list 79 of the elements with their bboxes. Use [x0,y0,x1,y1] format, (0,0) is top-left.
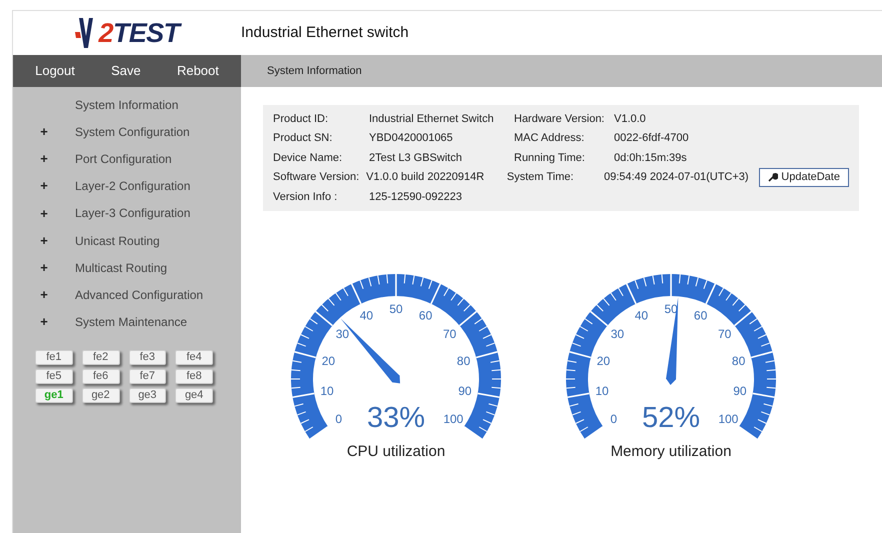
port-button[interactable]: fe8 [175,368,213,384]
port-button[interactable]: fe7 [128,368,166,384]
gauge-tick-label: 40 [634,308,648,322]
gauge-tick-label: 80 [732,353,746,368]
gauge-tick-label: 30 [610,326,624,340]
info-label: Hardware Version: [514,112,606,126]
app-title: Industrial Ethernet switch [241,22,409,43]
info-value: 125-12590-092223 [369,190,463,204]
menu-button[interactable]: Logout [35,61,75,81]
menu-button[interactable]: Reboot [176,61,219,81]
gauge-tick-label: 60 [418,308,432,322]
info-value: YBD0420001065 [369,131,454,146]
sidebar-item[interactable]: Port Configuration [75,150,172,168]
breadcrumb: System Information [267,64,362,79]
expand-icon[interactable]: + [40,176,48,196]
sidebar-item[interactable]: System Information [75,96,178,114]
gauge-tick-label: 80 [456,353,470,368]
gauge-tick-label: 40 [360,308,374,322]
info-value: 09:54:49 2024-07-01(UTC+3) [604,170,750,185]
info-value: Industrial Ethernet Switch [369,112,495,126]
info-label: Running Time: [514,150,586,166]
gauge-tick-label: 100 [718,412,738,426]
port-button[interactable]: fe2 [82,350,120,365]
info-value: 0d:0h:15m:39s [614,150,688,166]
sidebar-item[interactable]: Unicast Routing [75,232,160,250]
port-button[interactable]: ge4 [175,388,213,403]
gauge-tick-label: 90 [733,384,747,398]
gauge-tick-label: 90 [458,384,472,398]
gauge-title: Memory utilization [610,442,732,460]
gauge-tick-label: 100 [443,412,464,426]
info-label: Product SN: [273,131,334,146]
port-button[interactable]: fe5 [35,368,73,384]
expand-icon[interactable]: + [40,122,48,142]
menu-button[interactable]: Save [111,61,141,81]
gauge-tick-label: 10 [320,384,334,398]
info-label: Version Info : [273,190,338,204]
expand-icon[interactable]: + [40,204,48,224]
gauge-tick-label: 0 [335,412,342,426]
gauge-tick-label: 70 [718,326,732,340]
port-button[interactable]: fe3 [128,350,166,365]
gauge-reading: 33% [366,402,426,434]
info-label: System Time: [506,170,575,185]
expand-icon[interactable]: + [40,258,48,278]
gauge-tick-label: 50 [389,302,403,316]
sidebar-item[interactable]: System Maintenance [75,313,188,332]
info-label: Product ID: [273,112,330,126]
sidebar-item[interactable]: Layer-2 Configuration [75,177,190,196]
gauge-tick-label: 20 [322,353,336,368]
gauge-reading: 52% [642,402,700,434]
gauge-tick-label: 70 [442,326,456,340]
logo-text: 2TEST [98,20,180,46]
port-button[interactable]: fe6 [82,368,120,384]
port-button[interactable]: ge3 [128,388,166,403]
info-label: MAC Address: [514,131,586,146]
expand-icon[interactable]: + [40,230,48,250]
gauge-title: CPU utilization [346,442,446,460]
expand-icon[interactable]: + [40,285,48,305]
sidebar-item[interactable]: Advanced Configuration [75,286,204,304]
gauge-tick-label: 60 [694,308,708,322]
port-button[interactable]: fe1 [35,350,73,365]
info-value: V1.0.0 [614,112,647,126]
info-value: 0022-6fdf-4700 [614,131,690,146]
info-value: V1.0.0 build 20220914R [366,170,486,185]
gauge-tick-label: 0 [610,412,617,426]
expand-icon[interactable]: + [40,149,48,169]
gauge-tick-label: 20 [596,353,610,368]
wrench-icon [768,172,778,182]
gauge-tick-label: 30 [336,326,350,340]
sidebar-item[interactable]: Multicast Routing [75,258,168,277]
info-label: Software Version: [273,170,360,185]
sidebar-item[interactable]: Layer-3 Configuration [75,204,190,222]
gauge-tick-label: 10 [595,384,609,398]
info-value: 2Test L3 GBSwitch [369,150,463,166]
port-button[interactable]: ge2 [82,388,120,403]
sidebar-item[interactable]: System Configuration [75,122,190,141]
port-button[interactable]: fe4 [175,350,213,365]
update-date-button[interactable]: UpdateDate [759,168,849,187]
info-label: Device Name: [273,150,344,166]
expand-icon[interactable]: + [40,312,48,332]
